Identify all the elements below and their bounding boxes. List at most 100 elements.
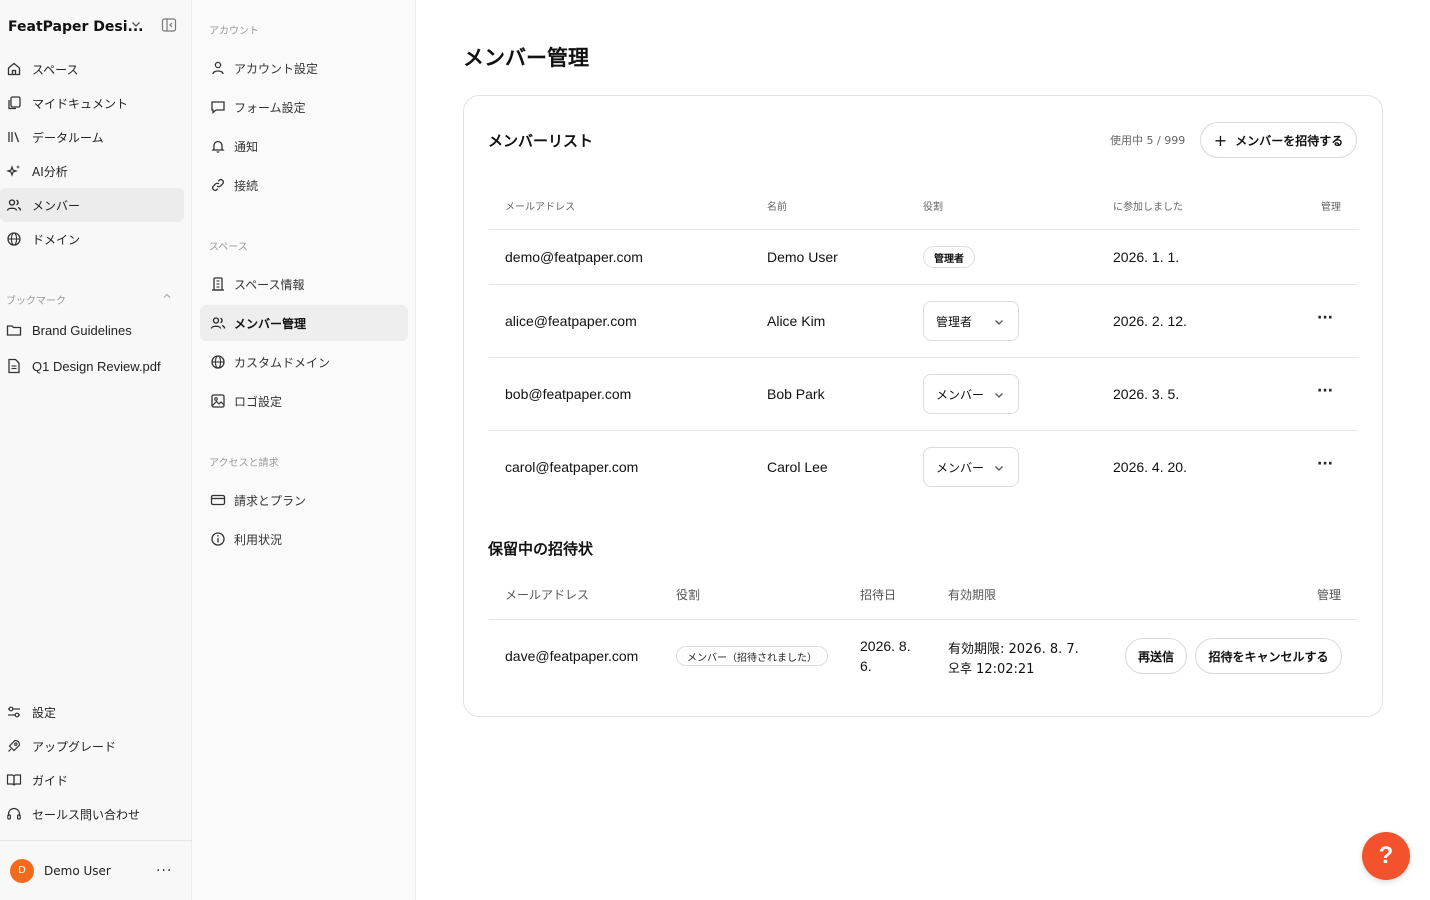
- settings-item-space-info[interactable]: スペース情報: [200, 266, 408, 302]
- nav-item-settings[interactable]: 設定: [0, 695, 184, 729]
- settings-item-label: フォーム設定: [234, 100, 306, 115]
- credit-card-icon: [210, 492, 226, 508]
- invite-member-label: メンバーを招待する: [1235, 133, 1344, 148]
- invite-email: dave@featpaper.com: [505, 648, 639, 664]
- member-joined-date: 2026. 1. 1.: [1113, 249, 1180, 265]
- bookmarks-header[interactable]: ブックマーク: [0, 289, 192, 307]
- workspace-switcher[interactable]: FeatPaper Desi...: [8, 14, 184, 40]
- more-icon[interactable]: ···: [156, 863, 172, 879]
- user-menu[interactable]: D Demo User ···: [0, 840, 192, 900]
- section-label-space: スペース: [209, 242, 248, 253]
- settings-item-label: スペース情報: [234, 277, 305, 292]
- role-select[interactable]: メンバー: [923, 374, 1019, 414]
- member-email: bob@featpaper.com: [505, 386, 632, 402]
- more-actions-icon[interactable]: ···: [1315, 310, 1335, 330]
- invite-expires-line1: 有効期限: 2026. 8. 7.: [948, 642, 1079, 657]
- settings-sidebar: アカウント アカウント設定 フォーム設定 通知 接続 スペース スペース情報 メ…: [192, 0, 416, 900]
- main-content: メンバー管理 メンバーリスト 使用中 5 / 999 + メンバーを招待する メ…: [416, 0, 1430, 900]
- role-select[interactable]: 管理者: [923, 301, 1019, 341]
- nav-item-guide[interactable]: ガイド: [0, 763, 184, 797]
- members-table: メールアドレス 名前 役割 に参加しました 管理 demo@featpaper.…: [489, 176, 1358, 504]
- role-select-value: 管理者: [936, 314, 973, 329]
- settings-item-connections[interactable]: 接続: [200, 167, 408, 203]
- more-actions-icon[interactable]: ···: [1315, 456, 1335, 476]
- plus-icon: +: [1213, 130, 1228, 150]
- user-icon: [210, 60, 226, 76]
- settings-item-label: カスタムドメイン: [234, 355, 331, 370]
- settings-item-label: 接続: [234, 178, 259, 193]
- nav-item-my-documents[interactable]: マイドキュメント: [0, 86, 184, 120]
- member-name: Alice Kim: [767, 313, 826, 329]
- help-button[interactable]: ?: [1362, 832, 1410, 880]
- nav-label: ドメイン: [32, 232, 81, 247]
- sidebar-toggle-icon[interactable]: [161, 17, 177, 33]
- settings-item-logo[interactable]: ロゴ設定: [200, 383, 408, 419]
- nav-label: セールス問い合わせ: [32, 807, 141, 822]
- column-header-expires: 有効期限: [948, 588, 997, 602]
- settings-item-member-management[interactable]: メンバー管理: [200, 305, 408, 341]
- rocket-icon: [6, 738, 22, 754]
- column-header-email: メールアドレス: [505, 202, 575, 213]
- users-icon: [6, 197, 22, 213]
- column-header-role: 役割: [923, 202, 943, 213]
- bookmark-item[interactable]: Q1 Design Review.pdf: [0, 348, 192, 384]
- settings-item-form[interactable]: フォーム設定: [200, 89, 408, 125]
- invite-expires-line2: 오후 12:02:21: [948, 662, 1035, 677]
- chevron-down-icon: [130, 18, 142, 30]
- nav-item-upgrade[interactable]: アップグレード: [0, 729, 184, 763]
- folder-icon: [6, 322, 22, 338]
- role-select-value: メンバー: [936, 460, 985, 475]
- settings-item-usage[interactable]: 利用状況: [200, 521, 408, 557]
- sparkles-icon: [6, 163, 22, 179]
- settings-item-billing[interactable]: 請求とプラン: [200, 482, 408, 518]
- member-name: Demo User: [767, 249, 838, 265]
- nav-item-ai-analysis[interactable]: AI分析: [0, 154, 184, 188]
- nav-label: スペース: [32, 62, 79, 77]
- primary-nav: スペース マイドキュメント データルーム AI分析 メンバー ドメイン: [0, 52, 192, 256]
- chevron-down-icon: [993, 462, 1005, 474]
- book-icon: [6, 772, 22, 788]
- column-header-name: 名前: [767, 202, 787, 213]
- role-select[interactable]: メンバー: [923, 447, 1019, 487]
- settings-item-label: メンバー管理: [234, 316, 307, 331]
- bookmark-item[interactable]: Brand Guidelines: [0, 312, 192, 348]
- cancel-invite-button[interactable]: 招待をキャンセルする: [1195, 638, 1342, 674]
- table-row: demo@featpaper.com Demo User 管理者 2026. 1…: [489, 230, 1358, 285]
- nav-item-sales-contact[interactable]: セールス問い合わせ: [0, 797, 184, 831]
- users-icon: [210, 315, 226, 331]
- pending-invites-table: メールアドレス 役割 招待日 有効期限 管理 dave@featpaper.co…: [489, 570, 1358, 692]
- globe-icon: [210, 354, 226, 370]
- invite-member-button[interactable]: + メンバーを招待する: [1200, 122, 1357, 158]
- nav-item-space[interactable]: スペース: [0, 52, 184, 86]
- table-row: carol@featpaper.com Carol Lee メンバー 2026.…: [489, 431, 1358, 504]
- globe-icon: [6, 231, 22, 247]
- info-icon: [210, 531, 226, 547]
- nav-label: 設定: [32, 705, 57, 720]
- nav-item-members[interactable]: メンバー: [0, 188, 184, 222]
- workspace-name: FeatPaper Desi...: [8, 19, 144, 35]
- settings-item-notifications[interactable]: 通知: [200, 128, 408, 164]
- nav-label: AI分析: [32, 164, 68, 179]
- column-header-invited: 招待日: [860, 588, 897, 602]
- members-card: メンバーリスト 使用中 5 / 999 + メンバーを招待する メールアドレス …: [463, 95, 1383, 717]
- member-usage-count: 使用中 5 / 999: [1110, 134, 1186, 147]
- secondary-nav: 設定 アップグレード ガイド セールス問い合わせ: [0, 695, 192, 831]
- member-email: demo@featpaper.com: [505, 249, 643, 265]
- more-actions-icon[interactable]: ···: [1315, 383, 1335, 403]
- nav-item-dataroom[interactable]: データルーム: [0, 120, 184, 154]
- table-row: bob@featpaper.com Bob Park メンバー 2026. 3.…: [489, 358, 1358, 431]
- nav-item-domain[interactable]: ドメイン: [0, 222, 184, 256]
- bookmark-label: Brand Guidelines: [32, 322, 132, 338]
- member-name: Carol Lee: [767, 459, 828, 475]
- bookmarks-label: ブックマーク: [6, 296, 66, 307]
- image-icon: [210, 393, 226, 409]
- section-label-account: アカウント: [209, 26, 259, 37]
- resend-invite-button[interactable]: 再送信: [1125, 638, 1187, 674]
- chevron-down-icon: [993, 389, 1005, 401]
- invite-date-line2: 6.: [860, 658, 872, 674]
- member-name: Bob Park: [767, 386, 825, 402]
- settings-item-account[interactable]: アカウント設定: [200, 50, 408, 86]
- page-title: メンバー管理: [463, 46, 589, 70]
- table-header: メールアドレス 名前 役割 に参加しました 管理: [489, 176, 1358, 230]
- settings-item-custom-domain[interactable]: カスタムドメイン: [200, 344, 408, 380]
